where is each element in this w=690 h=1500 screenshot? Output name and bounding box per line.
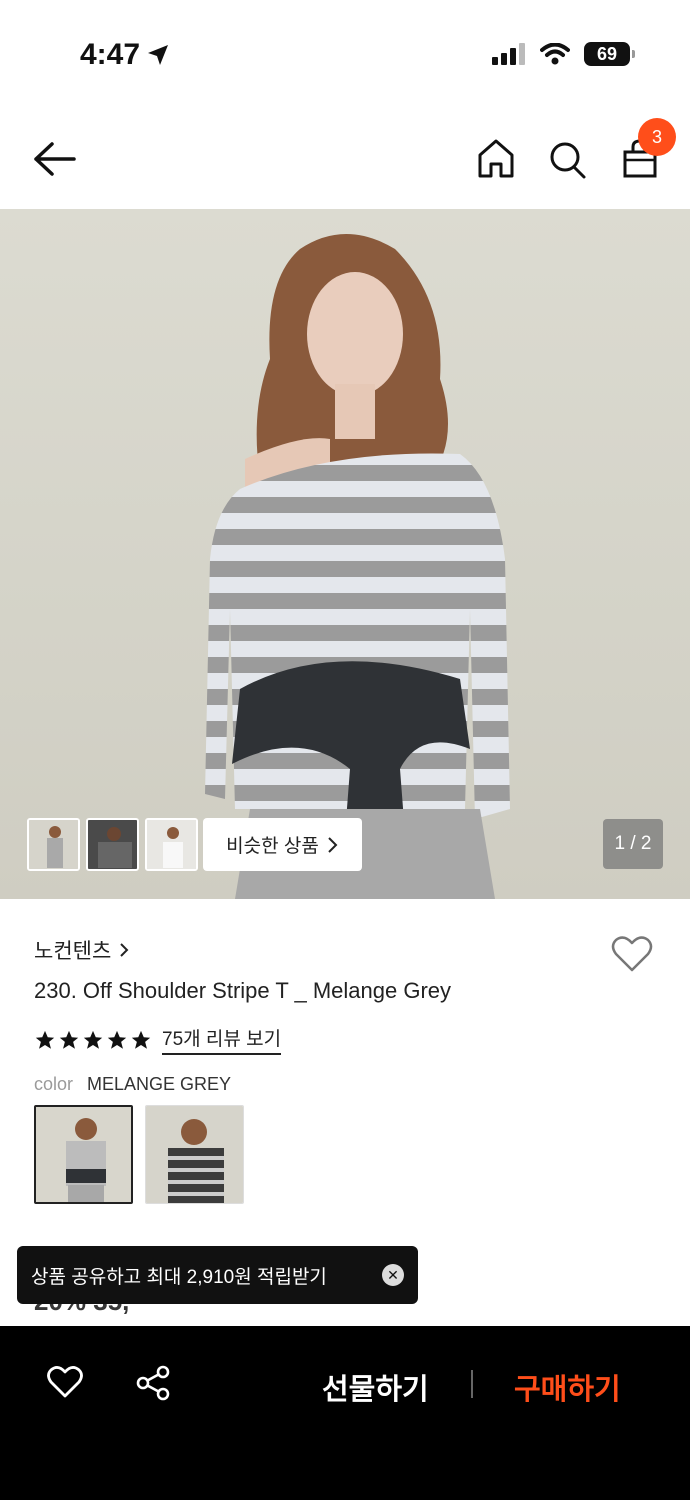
battery-level: 69	[596, 43, 618, 64]
status-icons: 69	[492, 42, 635, 66]
product-photo	[205, 234, 510, 899]
color-row: color MELANGE GREY	[34, 1074, 231, 1095]
signal-icon	[492, 43, 525, 65]
gift-button[interactable]: 선물하기	[322, 1366, 429, 1408]
back-arrow-icon[interactable]	[30, 136, 80, 182]
brand-link[interactable]: 노컨텐츠	[34, 935, 129, 965]
rating-stars	[34, 1029, 152, 1051]
share-icon[interactable]	[134, 1364, 172, 1402]
thumbnail-1[interactable]	[27, 818, 80, 871]
battery-icon: 69	[584, 42, 635, 66]
search-icon[interactable]	[546, 136, 590, 182]
status-time-group: 4:47	[80, 38, 170, 72]
wifi-icon	[540, 43, 570, 65]
thumbnail-photo-3	[147, 820, 196, 869]
color-value: MELANGE GREY	[87, 1074, 232, 1094]
thumbnail-strip	[27, 818, 198, 871]
toast-text: 상품 공유하고 최대 2,910원 적립받기	[31, 1266, 327, 1288]
heart-icon[interactable]	[610, 934, 654, 974]
color-swatch-black-stripe[interactable]	[145, 1105, 244, 1204]
status-time: 4:47	[80, 38, 141, 71]
share-reward-toast: 상품 공유하고 최대 2,910원 적립받기 ✕	[17, 1246, 418, 1304]
buy-button[interactable]: 구매하기	[514, 1366, 621, 1408]
chevron-right-icon	[120, 943, 129, 957]
product-image-carousel[interactable]: 비슷한 상품 1 / 2	[0, 209, 690, 899]
thumbnail-2[interactable]	[86, 818, 139, 871]
close-icon[interactable]: ✕	[382, 1264, 404, 1286]
home-icon[interactable]	[474, 136, 518, 182]
bottom-action-bar: 선물하기 구매하기	[0, 1326, 690, 1500]
similar-products-label: 비슷한 상품	[226, 836, 319, 857]
rating-row: 75개 리뷰 보기	[34, 1024, 282, 1055]
color-label: color	[34, 1074, 74, 1094]
location-arrow-icon	[148, 45, 169, 65]
thumbnail-photo-2	[88, 820, 137, 869]
cart-count-badge: 3	[638, 118, 676, 156]
review-link[interactable]: 75개 리뷰 보기	[162, 1024, 282, 1055]
thumbnail-3[interactable]	[145, 818, 198, 871]
divider	[471, 1370, 473, 1398]
thumbnail-photo-1	[29, 820, 78, 869]
swatch-photo-grey	[36, 1107, 131, 1202]
page-indicator: 1 / 2	[603, 819, 663, 869]
heart-icon[interactable]	[46, 1364, 84, 1400]
brand-name: 노컨텐츠	[34, 940, 112, 963]
star-icon	[35, 1030, 55, 1049]
star-icon	[83, 1030, 103, 1049]
product-title: 230. Off Shoulder Stripe T _ Melange Gre…	[34, 978, 452, 1003]
star-icon	[131, 1030, 151, 1049]
status-bar: 4:47 69	[0, 0, 690, 100]
color-swatch-melange-grey[interactable]	[34, 1105, 133, 1204]
similar-products-button[interactable]: 비슷한 상품	[203, 818, 362, 871]
star-icon	[59, 1030, 79, 1049]
chevron-right-icon	[328, 836, 338, 853]
swatch-photo-black	[146, 1106, 243, 1203]
star-icon	[107, 1030, 127, 1049]
top-nav	[0, 110, 690, 208]
